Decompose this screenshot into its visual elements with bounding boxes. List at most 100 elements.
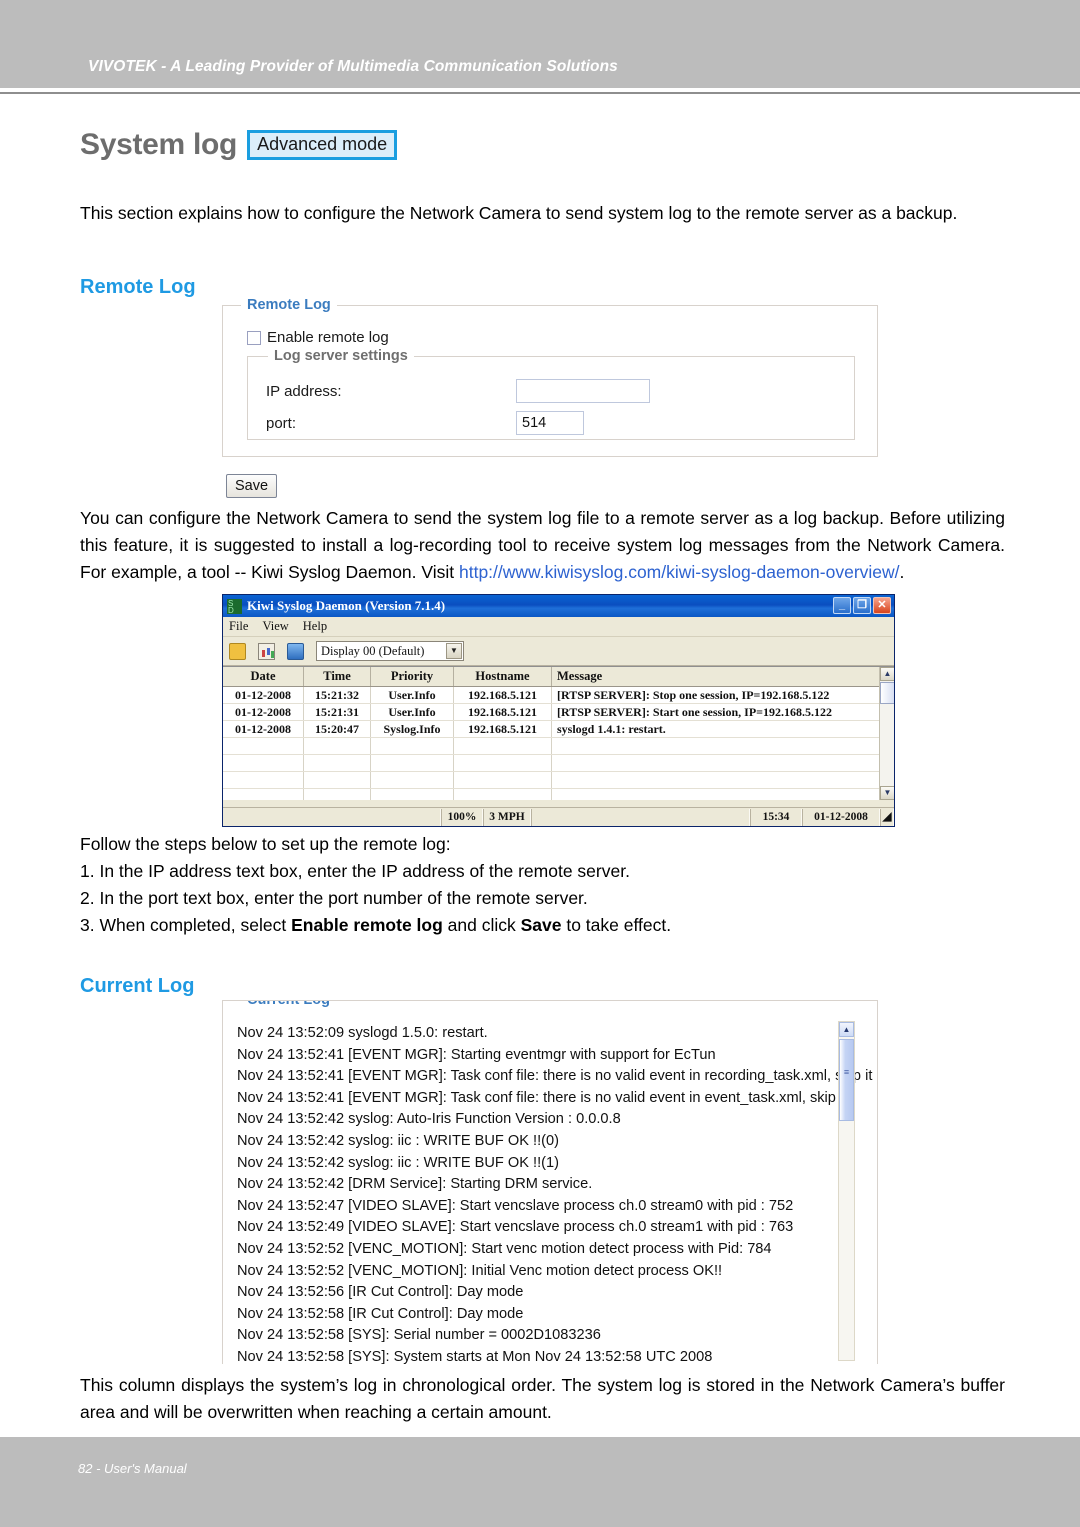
menu-file[interactable]: File — [229, 619, 248, 634]
scroll-up-icon[interactable]: ▲ — [880, 667, 894, 681]
ip-address-label: IP address: — [266, 382, 342, 400]
kiwi-table-scrollbar[interactable]: ▲ ▼ — [879, 667, 894, 800]
cell-priority: Syslog.Info — [370, 720, 454, 738]
list-item: Nov 24 13:52:42 syslog: Auto-Iris Functi… — [237, 1111, 621, 1128]
enable-remote-log-row[interactable]: Enable remote log — [247, 329, 389, 346]
column-header-time[interactable]: Time — [303, 667, 371, 687]
current-log-description: This column displays the system’s log in… — [80, 1375, 1005, 1422]
minimize-button[interactable]: _ — [833, 597, 851, 614]
scroll-down-icon[interactable]: ▼ — [880, 786, 894, 800]
step-3-part-b: and click — [442, 915, 521, 935]
section-heading-current-log: Current Log — [80, 975, 195, 997]
kiwi-log-table: Date Time Priority Hostname Message 01-1… — [223, 667, 884, 800]
save-button[interactable]: Save — [226, 474, 278, 498]
step-3-bold-enable: Enable remote log — [291, 915, 443, 935]
close-button[interactable]: ✕ — [873, 597, 891, 614]
list-item: Nov 24 13:52:42 syslog: iic : WRITE BUF … — [237, 1132, 559, 1149]
column-header-hostname[interactable]: Hostname — [453, 667, 552, 687]
step-2: 2. In the port text box, enter the port … — [80, 888, 588, 908]
lock-icon[interactable] — [229, 642, 246, 660]
list-item: Nov 24 13:52:09 syslogd 1.5.0: restart. — [237, 1025, 488, 1041]
chart-icon[interactable] — [258, 642, 275, 660]
log-server-settings-fieldset: Log server settings IP address: port: — [247, 349, 855, 440]
statusbar-percent: 100% — [441, 808, 483, 826]
port-input[interactable] — [516, 411, 584, 435]
page-header-band: VIVOTEK - A Leading Provider of Multimed… — [0, 0, 1080, 88]
cell-priority: User.Info — [370, 686, 454, 704]
table-row[interactable]: 01-12-2008 15:21:31 User.Info 192.168.5.… — [223, 703, 884, 721]
kiwi-toolbar: Display 00 (Default) ▼ — [223, 637, 894, 666]
table-row[interactable]: 01-12-2008 15:20:47 Syslog.Info 192.168.… — [223, 720, 884, 738]
remote-log-description-post: . — [899, 562, 905, 582]
current-log-list: Nov 24 13:52:09 syslogd 1.5.0: restart. … — [237, 1023, 873, 1364]
kiwi-syslog-daemon-window: SD Kiwi Syslog Daemon (Version 7.1.4) _ … — [222, 594, 895, 827]
table-row[interactable] — [223, 771, 884, 789]
log-server-settings-legend: Log server settings — [268, 349, 414, 364]
list-item: Nov 24 13:52:58 [IR Cut Control]: Day mo… — [237, 1305, 524, 1322]
statusbar-middle — [531, 808, 750, 826]
step-3: 3. When completed, select Enable remote … — [80, 912, 1020, 939]
scrollbar-thumb[interactable] — [839, 1039, 854, 1121]
maximize-button[interactable]: ❐ — [853, 597, 871, 614]
port-label: port: — [266, 414, 297, 432]
kiwi-menubar: File View Help — [223, 617, 894, 637]
statusbar-left-spacer — [223, 808, 441, 826]
cell-hostname: 192.168.5.121 — [453, 720, 552, 738]
list-item: Nov 24 13:52:42 syslog: iic : WRITE BUF … — [237, 1154, 559, 1171]
list-item: Nov 24 13:52:58 [SYS]: Serial number = 0… — [237, 1327, 601, 1344]
resize-grip-icon[interactable]: ◢ — [880, 808, 894, 826]
chevron-down-icon[interactable]: ▼ — [446, 643, 462, 659]
list-item: Nov 24 13:52:56 [IR Cut Control]: Day mo… — [237, 1284, 524, 1301]
page-title: System log — [80, 128, 238, 161]
kiwisyslog-link[interactable]: http://www.kiwisyslog.com/kiwi-syslog-da… — [459, 562, 900, 582]
page-title-row: System log Advanced mode — [80, 128, 398, 162]
globe-icon[interactable] — [287, 642, 304, 660]
column-header-date[interactable]: Date — [223, 667, 304, 687]
kiwi-app-icon: SD — [227, 598, 242, 614]
cell-time: 15:21:31 — [303, 703, 371, 721]
kiwi-log-table-wrap: Date Time Priority Hostname Message 01-1… — [223, 666, 894, 800]
remote-log-legend: Remote Log — [241, 298, 337, 313]
enable-remote-log-label: Enable remote log — [267, 329, 389, 346]
menu-view[interactable]: View — [262, 619, 288, 634]
list-item: Nov 24 13:52:52 [VENC_MOTION]: Initial V… — [237, 1262, 723, 1279]
kiwi-titlebar[interactable]: SD Kiwi Syslog Daemon (Version 7.1.4) _ … — [223, 595, 894, 617]
cell-hostname: 192.168.5.121 — [453, 703, 552, 721]
cell-date: 01-12-2008 — [223, 686, 304, 704]
remote-log-panel: Remote Log Enable remote log Log server … — [222, 298, 878, 457]
setup-steps: Follow the steps below to set up the rem… — [80, 831, 1020, 939]
table-row[interactable] — [223, 788, 884, 800]
scrollbar-thumb[interactable] — [880, 682, 894, 704]
cell-priority: User.Info — [370, 703, 454, 721]
table-row[interactable] — [223, 754, 884, 772]
current-log-legend: Current Log — [241, 1001, 336, 1008]
footer-page-label: 82 - User's Manual — [78, 1461, 187, 1476]
enable-remote-log-checkbox[interactable] — [247, 330, 261, 345]
ip-address-row: IP address: — [266, 379, 838, 403]
cell-message: [RTSP SERVER]: Stop one session, IP=192.… — [551, 686, 884, 704]
statusbar-time: 15:34 — [750, 808, 802, 826]
advanced-mode-badge: Advanced mode — [247, 130, 398, 160]
cell-time: 15:20:47 — [303, 720, 371, 738]
window-controls: _ ❐ ✕ — [833, 597, 891, 614]
column-header-message[interactable]: Message — [551, 667, 884, 687]
list-item: Nov 24 13:52:52 [VENC_MOTION]: Start ven… — [237, 1240, 772, 1257]
scroll-up-icon[interactable]: ▲ — [839, 1022, 854, 1037]
current-log-scrollbar[interactable]: ▲ — [838, 1021, 855, 1361]
table-row[interactable] — [223, 737, 884, 755]
statusbar-rate: 3 MPH — [483, 808, 531, 826]
display-select[interactable]: Display 00 (Default) ▼ — [316, 641, 464, 661]
menu-help[interactable]: Help — [303, 619, 327, 634]
list-item: Nov 24 13:52:42 [DRM Service]: Starting … — [237, 1176, 593, 1193]
cell-hostname: 192.168.5.121 — [453, 686, 552, 704]
table-row[interactable]: 01-12-2008 15:21:32 User.Info 192.168.5.… — [223, 686, 884, 704]
list-item: Nov 24 13:52:41 [EVENT MGR]: Task conf f… — [237, 1068, 873, 1085]
list-item: Nov 24 13:52:49 [VIDEO SLAVE]: Start ven… — [237, 1219, 794, 1236]
port-row: port: — [266, 411, 838, 435]
page-footer-band: 82 - User's Manual — [0, 1437, 1080, 1527]
step-1: 1. In the IP address text box, enter the… — [80, 861, 630, 881]
column-header-priority[interactable]: Priority — [370, 667, 454, 687]
ip-address-input[interactable] — [516, 379, 650, 403]
remote-log-description: You can configure the Network Camera to … — [80, 505, 1005, 586]
intro-paragraph: This section explains how to configure t… — [80, 203, 958, 223]
